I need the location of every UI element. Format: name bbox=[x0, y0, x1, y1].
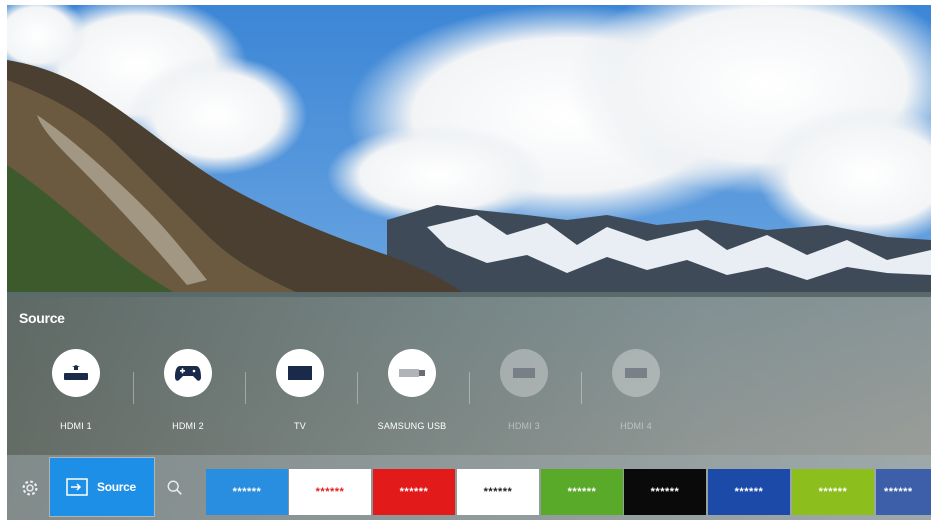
source-item-samsung-usb[interactable]: SAMSUNG USB bbox=[357, 349, 467, 439]
tv-screen: Source HDMI 1 HDMI 2 TV SAMSUNG USB HDMI… bbox=[7, 5, 931, 520]
app-tile-label: ****** bbox=[483, 486, 513, 498]
tv-icon bbox=[276, 349, 324, 397]
game-controller-icon bbox=[164, 349, 212, 397]
app-tile-label: ****** bbox=[818, 486, 848, 498]
bluray-player-icon bbox=[52, 349, 100, 397]
source-item-label: HDMI 2 bbox=[172, 421, 204, 431]
source-panel: Source HDMI 1 HDMI 2 TV SAMSUNG USB HDMI… bbox=[7, 297, 931, 455]
app-tile[interactable]: ****** bbox=[708, 469, 790, 515]
app-tile-label: ****** bbox=[567, 486, 597, 498]
source-item-hdmi1[interactable]: HDMI 1 bbox=[21, 349, 131, 439]
hdmi-port-icon bbox=[500, 349, 548, 397]
gear-icon[interactable] bbox=[19, 477, 41, 499]
app-tile-label: ****** bbox=[734, 486, 764, 498]
app-tile[interactable]: ****** bbox=[876, 469, 931, 515]
app-tile[interactable]: ****** bbox=[289, 469, 371, 515]
app-tile[interactable]: ****** bbox=[206, 469, 288, 515]
usb-drive-icon bbox=[388, 349, 436, 397]
source-item-tv[interactable]: TV bbox=[245, 349, 355, 439]
source-item-hdmi3[interactable]: HDMI 3 bbox=[469, 349, 579, 439]
app-tile-label: ****** bbox=[650, 486, 680, 498]
source-input-icon bbox=[66, 478, 88, 496]
app-tile[interactable]: ****** bbox=[624, 469, 706, 515]
source-button[interactable]: Source bbox=[50, 458, 154, 516]
app-tile[interactable]: ****** bbox=[792, 469, 874, 515]
source-item-hdmi4[interactable]: HDMI 4 bbox=[581, 349, 691, 439]
app-tile[interactable]: ****** bbox=[373, 469, 455, 515]
source-item-label: TV bbox=[294, 421, 306, 431]
app-tile-label: ****** bbox=[315, 486, 345, 498]
app-tile[interactable]: ****** bbox=[457, 469, 539, 515]
source-button-label: Source bbox=[97, 480, 136, 494]
source-panel-title: Source bbox=[19, 310, 65, 326]
app-tile-label: ****** bbox=[232, 486, 262, 498]
app-tile-label: ****** bbox=[884, 486, 913, 498]
smart-hub-dock: Source ****** ****** ****** ****** *****… bbox=[7, 455, 931, 520]
search-icon[interactable] bbox=[166, 479, 184, 497]
source-item-label: SAMSUNG USB bbox=[377, 421, 447, 431]
source-item-label: HDMI 1 bbox=[60, 421, 92, 431]
hdmi-port-icon bbox=[612, 349, 660, 397]
source-item-hdmi2[interactable]: HDMI 2 bbox=[133, 349, 243, 439]
source-item-label: HDMI 3 bbox=[508, 421, 540, 431]
app-tile[interactable]: ****** bbox=[541, 469, 623, 515]
app-tile-label: ****** bbox=[399, 486, 429, 498]
source-item-label: HDMI 4 bbox=[620, 421, 652, 431]
